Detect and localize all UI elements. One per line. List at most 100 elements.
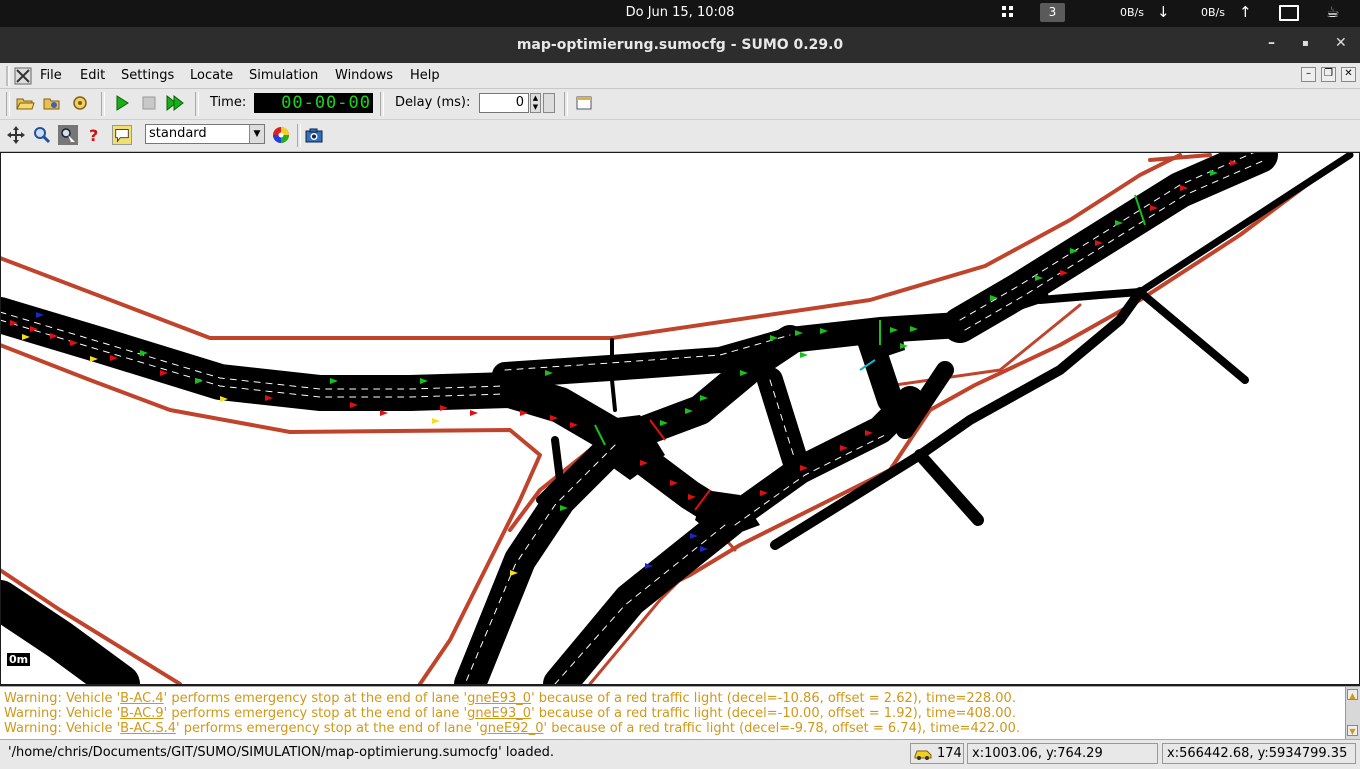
status-message: '/home/chris/Documents/GIT/SUMO/SIMULATI… [8,745,555,760]
msg-text: ' because of a red traffic light (decel=… [531,706,1016,721]
road-south [543,503,747,684]
delay-stepper[interactable]: ▲ ▼ [530,93,541,113]
road-east [716,386,924,534]
mdi-close-button[interactable]: ✕ [1341,67,1356,82]
local-road [914,449,984,526]
vehicle-link[interactable]: B-AC.4 [120,691,163,706]
view-toolbar: ? standard ▼ [0,120,1360,152]
sumo-app-icon[interactable] [14,67,32,85]
geo-coordinates: x:566442.68, y:5934799.35 [1162,743,1356,764]
step-icon[interactable] [165,93,185,113]
vehicle-marker[interactable] [470,410,478,416]
new-view-icon[interactable] [574,93,594,113]
message-window: Warning: Vehicle 'B-AC.4' performs emerg… [0,686,1360,739]
zoom-icon[interactable] [32,125,52,145]
vehicle-count: 174 [937,746,962,761]
open-network-icon[interactable] [42,93,62,113]
menu-settings[interactable]: Settings [121,68,174,83]
window-title: map-optimierung.sumocfg - SUMO 0.29.0 [516,37,844,53]
msg-text: ' because of a red traffic light (decel=… [543,721,1021,736]
display-icon[interactable] [1279,5,1299,21]
warning-message: Warning: Vehicle 'B-AC.S.4' performs eme… [4,721,1020,736]
color-scheme-select[interactable]: standard ▼ [145,124,265,144]
msg-text: ' because of a red traffic light (decel=… [531,691,1016,706]
window-titlebar: map-optimierung.sumocfg - SUMO 0.29.0 – … [0,27,1360,63]
system-top-bar: Do Jun 15, 10:08 3 0B/s ↓ 0B/s ↑ ☕ [0,0,1360,27]
close-button[interactable]: ✕ [1335,35,1347,51]
local-road [1036,288,1144,304]
lane-link[interactable]: gneE92_0 [479,721,543,736]
vehicle-link[interactable]: B-AC.9 [120,706,163,721]
color-wheel-icon[interactable] [271,125,291,145]
locate-cursor-icon[interactable] [58,125,78,145]
tooltip-toggle-icon[interactable] [112,125,132,145]
svg-text:?: ? [89,126,98,145]
menu-bar: File Edit Settings Locate Simulation Win… [0,63,1360,89]
time-label: Time: [210,95,247,110]
scroll-down-arrow-icon[interactable]: ▼ [1347,725,1358,736]
stop-icon[interactable] [139,93,159,113]
delay-label: Delay (ms): [395,95,471,110]
map-scale-label: 0m [7,653,31,666]
toolbar-separator [564,92,568,116]
menu-edit[interactable]: Edit [80,68,105,83]
grip-handle [6,66,10,86]
screenshot-camera-icon[interactable] [304,125,324,145]
net-down-rate: 0B/s [1120,6,1144,19]
upload-arrow-icon: ↑ [1239,3,1252,21]
chevron-down-icon[interactable]: ▼ [249,125,264,143]
toolbar-separator [6,92,10,116]
toolbar-separator [101,92,105,116]
msg-text: Warning: Vehicle ' [4,721,121,736]
menu-locate[interactable]: Locate [190,68,233,83]
msg-text: Warning: Vehicle ' [4,691,121,706]
vehicle-marker[interactable] [800,352,808,358]
delay-slider[interactable] [543,93,555,113]
warning-message: Warning: Vehicle 'B-AC.9' performs emerg… [4,706,1016,721]
play-icon[interactable] [112,93,132,113]
menu-simulation[interactable]: Simulation [249,68,318,83]
toolbar-separator [195,92,199,116]
lane-link[interactable]: gneE93_0 [467,706,531,721]
vehicle-marker[interactable] [432,418,440,424]
cursor-coordinates: x:1003.06, y:764.29 [967,743,1158,764]
toolbar-separator [380,92,384,116]
msg-text: ' performs emergency stop at the end of … [163,706,468,721]
simulation-toolbar: Time: 00-00-00 Delay (ms): 0 ▲ ▼ [0,89,1360,120]
open-folder-icon[interactable] [15,93,35,113]
clock[interactable]: Do Jun 15, 10:08 [0,5,1360,20]
msg-text: Warning: Vehicle ' [4,706,121,721]
menu-file[interactable]: File [40,68,62,83]
lane-link[interactable]: gneE93_0 [467,691,531,706]
warning-message: Warning: Vehicle 'B-AC.4' performs emerg… [4,691,1016,706]
reload-icon[interactable] [70,93,90,113]
mdi-minimize-button[interactable]: – [1301,67,1316,82]
menu-windows[interactable]: Windows [335,68,393,83]
vehicle-count-box: 174 [910,743,964,764]
locate-vehicle-icon[interactable]: ? [86,125,106,145]
road-network [1,153,1354,684]
apps-grid-icon[interactable] [1001,5,1015,19]
workspace-indicator[interactable]: 3 [1040,3,1065,22]
coffee-cup-icon[interactable]: ☕ [1326,3,1339,21]
mdi-restore-button[interactable]: ❐ [1321,67,1336,82]
simulation-map-canvas[interactable]: 0m [1,153,1359,684]
msg-text: ' performs emergency stop at the end of … [163,691,468,706]
time-display: 00-00-00 [254,93,373,113]
local-road [1136,288,1249,384]
msg-text: ' performs emergency stop at the end of … [176,721,480,736]
menu-help[interactable]: Help [410,68,440,83]
delay-input[interactable]: 0 [479,93,529,113]
vehicle-link[interactable]: B-AC.S.4 [120,721,176,736]
net-up-rate: 0B/s [1201,6,1225,19]
car-icon [914,750,932,760]
recenter-view-icon[interactable] [6,125,26,145]
minimize-button[interactable]: – [1268,35,1275,51]
scroll-up-arrow-icon[interactable]: ▲ [1347,689,1358,700]
download-arrow-icon: ↓ [1157,3,1170,21]
toolbar-separator [297,124,301,147]
status-bar: '/home/chris/Documents/GIT/SUMO/SIMULATI… [0,739,1360,769]
color-scheme-value: standard [149,126,207,141]
message-scrollbar[interactable]: ▲ ▼ [1345,687,1360,739]
maximize-button[interactable]: ▪ [1302,38,1309,49]
